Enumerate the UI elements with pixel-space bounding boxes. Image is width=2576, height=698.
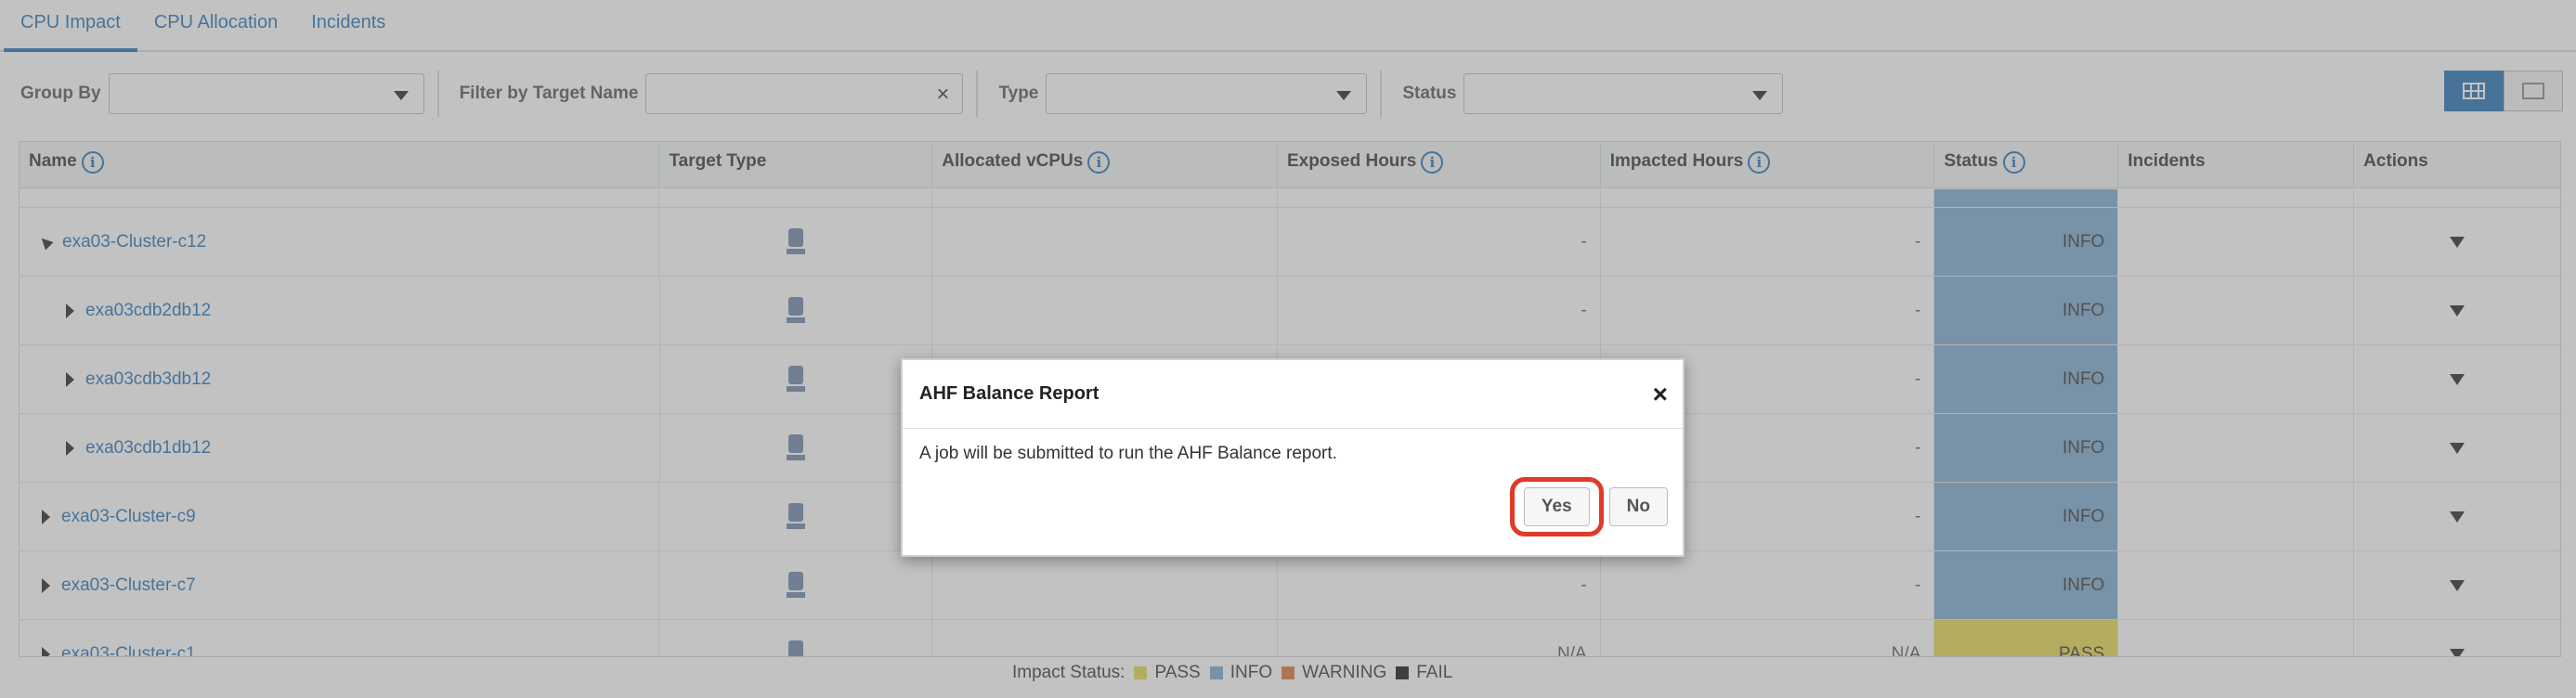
dialog-actions: Yes No bbox=[1509, 477, 1668, 536]
dialog-message: A job will be submitted to run the AHF B… bbox=[919, 444, 1337, 463]
dialog-header: AHF Balance Report × bbox=[903, 360, 1683, 429]
modal-overlay bbox=[0, 0, 2576, 698]
highlight-ring: Yes bbox=[1509, 477, 1604, 536]
ahf-balance-report-dialog: AHF Balance Report × A job will be submi… bbox=[901, 358, 1685, 557]
no-button[interactable]: No bbox=[1608, 487, 1668, 526]
close-icon[interactable]: × bbox=[1653, 380, 1668, 409]
yes-button[interactable]: Yes bbox=[1523, 487, 1590, 526]
dialog-title: AHF Balance Report bbox=[919, 383, 1099, 404]
